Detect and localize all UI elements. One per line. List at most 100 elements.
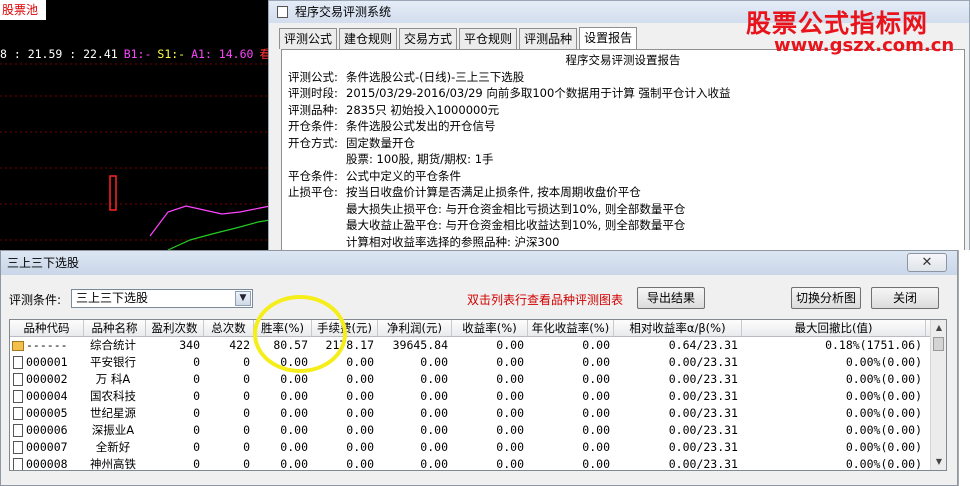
scroll-down-icon[interactable]: ▼ [931, 454, 946, 470]
result-window-titlebar[interactable]: 三上三下选股 ✕ [1, 251, 957, 275]
vertical-scrollbar[interactable]: ▲ ▼ [930, 320, 946, 470]
report-row-detail: 最大收益止盈平仓: 与开仓资金相比收益达到10%, 则全部数量平仓 [346, 218, 686, 232]
cell-fee: 0.00 [312, 422, 378, 439]
tab-5[interactable]: 评测品种 [519, 28, 578, 49]
stock-chart-panel: 股票池 8 : 21.59 : 22.41B1:-S1:-A1: 14.60看多 [0, 0, 282, 260]
cell-code: 000007 [10, 439, 84, 456]
cell-rel: 0.00/23.31 [614, 354, 742, 371]
cell-profit: 0.00 [378, 456, 452, 470]
table-row[interactable]: 000008 神州高铁 0 0 0.00 0.00 0.00 0.00 0.00 0.00/23.… [10, 456, 946, 471]
cell-text: 平安银行 [90, 355, 136, 369]
condition-select[interactable]: 三上三下选股 ▼ [71, 289, 253, 308]
cell-profit: 0.00 [378, 405, 452, 422]
tab-1[interactable]: 评测公式 [279, 28, 338, 49]
report-row: 平仓条件: 公式中定义的平仓条件 [288, 168, 958, 185]
column-header-name[interactable]: 品种名称 [84, 320, 146, 336]
document-icon [13, 390, 23, 403]
cell-fee: 0.00 [312, 371, 378, 388]
tab-6[interactable]: 设置报告 [579, 27, 638, 49]
report-value: 公式中定义的平仓条件 [346, 168, 461, 183]
tab-3[interactable]: 交易方式 [399, 28, 458, 49]
scroll-thumb[interactable] [933, 337, 944, 351]
cell-text: 0.00 [496, 423, 524, 437]
cell-text: 0.00 [420, 440, 448, 454]
cell-rel: 0.00/23.31 [614, 388, 742, 405]
cell-text: 0.00 [280, 372, 308, 386]
cell-text: 0.00%(0.00) [845, 372, 922, 386]
column-header-code[interactable]: 品种代码 [10, 320, 84, 336]
document-icon [13, 373, 23, 386]
column-header-annual[interactable]: 年化收益率(%) [528, 320, 614, 336]
cell-text: 0.00 [496, 406, 524, 420]
legend-entry: 8 : 21.59 : 22.41 [0, 47, 118, 61]
cell-text: 0.00/23.31 [668, 372, 738, 386]
cell-text: 0 [243, 372, 250, 386]
column-header-total[interactable]: 总次数 [204, 320, 254, 336]
cell-annual: 0.00 [528, 354, 614, 371]
cell-dd: 0.00%(0.00) [742, 422, 926, 439]
report-window-title: 程序交易评测系统 [295, 5, 392, 19]
cell-code: ------ [10, 337, 84, 354]
column-header-ret[interactable]: 收益率(%) [452, 320, 528, 336]
cell-text: 0.00 [420, 355, 448, 369]
column-header-dd[interactable]: 最大回撤比(值) [742, 320, 926, 336]
chart-candle [109, 175, 117, 211]
background-window-edge [958, 250, 970, 486]
cell-name: 世纪星源 [84, 405, 146, 422]
cell-text: 0.00/23.31 [668, 406, 738, 420]
column-header-profit[interactable]: 净利润(元) [378, 320, 452, 336]
table-row[interactable]: 000007 全新好 0 0 0.00 0.00 0.00 0.00 0.00 0.00/23.3… [10, 439, 946, 456]
table-row[interactable]: 000002 万 科A 0 0 0.00 0.00 0.00 0.00 0.00 0.00/23.… [10, 371, 946, 388]
cell-text: 0.00 [346, 406, 374, 420]
table-row[interactable]: 000005 世纪星源 0 0 0.00 0.00 0.00 0.00 0.00 0.00/23.… [10, 405, 946, 422]
cell-wins: 0 [146, 439, 204, 456]
report-value: 固定数量开仓 [346, 135, 415, 150]
column-header-wins[interactable]: 盈利次数 [146, 320, 204, 336]
cell-dd: 0.00%(0.00) [742, 439, 926, 456]
report-value: 2835只 初始投入1000000元 [346, 102, 500, 117]
cell-text: 000007 [26, 440, 68, 454]
result-window-title: 三上三下选股 [7, 256, 80, 270]
cell-total: 0 [204, 371, 254, 388]
tab-4[interactable]: 平仓规则 [459, 28, 518, 49]
export-results-button[interactable]: 导出结果 [637, 287, 705, 309]
cell-text: 0 [243, 423, 250, 437]
cell-name: 神州高铁 [84, 456, 146, 470]
cell-code: 000001 [10, 354, 84, 371]
report-row-detail: 股票: 100股, 期货/期权: 1手 [346, 152, 494, 166]
cell-ret: 0.00 [452, 439, 528, 456]
stock-pool-title[interactable]: 股票池 [0, 0, 46, 20]
cell-text: 0 [193, 423, 200, 437]
folder-icon [12, 341, 24, 351]
cell-ret: 0.00 [452, 337, 528, 354]
table-row[interactable]: 000006 深振业A 0 0 0.00 0.00 0.00 0.00 0.00 0.00/23.… [10, 422, 946, 439]
cell-text: 0 [243, 440, 250, 454]
cell-text: 0.00%(0.00) [845, 389, 922, 403]
cell-dd: 0.00%(0.00) [742, 456, 926, 470]
scroll-up-icon[interactable]: ▲ [931, 320, 946, 336]
report-key: 开仓方式: [288, 135, 338, 150]
legend-entry: S1:- [157, 47, 186, 61]
cell-total: 0 [204, 354, 254, 371]
cell-rel: 0.00/23.31 [614, 371, 742, 388]
cell-text: 0.00/23.31 [668, 457, 738, 471]
table-row[interactable]: 000001 平安银行 0 0 0.00 0.00 0.00 0.00 0.00 0.00/23.… [10, 354, 946, 371]
report-key: 开仓条件: [288, 119, 338, 133]
cell-text: 0.00 [280, 423, 308, 437]
table-row[interactable]: ------ 综合统计 340 422 80.57 2178.17 39645.84 0.00… [10, 337, 946, 354]
report-rows: 评测公式: 条件选股公式-(日线)-三上三下选股 评测时段: 2015/03/29-2… [288, 69, 958, 251]
chevron-down-icon[interactable]: ▼ [235, 291, 251, 306]
cell-profit: 0.00 [378, 371, 452, 388]
cell-fee: 0.00 [312, 405, 378, 422]
cell-text: 0.00 [420, 423, 448, 437]
condition-label: 评测条件: [9, 293, 62, 307]
switch-chart-button[interactable]: 切换分析图 [791, 287, 861, 309]
cell-text: 0 [193, 440, 200, 454]
table-row[interactable]: 000004 国农科技 0 0 0.00 0.00 0.00 0.00 0.00 0.00/23.… [10, 388, 946, 405]
window-close-button[interactable]: ✕ [907, 253, 947, 272]
tab-2[interactable]: 建仓规则 [339, 28, 398, 49]
close-button[interactable]: 关闭 [871, 287, 939, 309]
column-header-rel[interactable]: 相对收益率α/β(%) [614, 320, 742, 336]
cell-ret: 0.00 [452, 422, 528, 439]
report-key: 平仓条件: [288, 168, 338, 183]
